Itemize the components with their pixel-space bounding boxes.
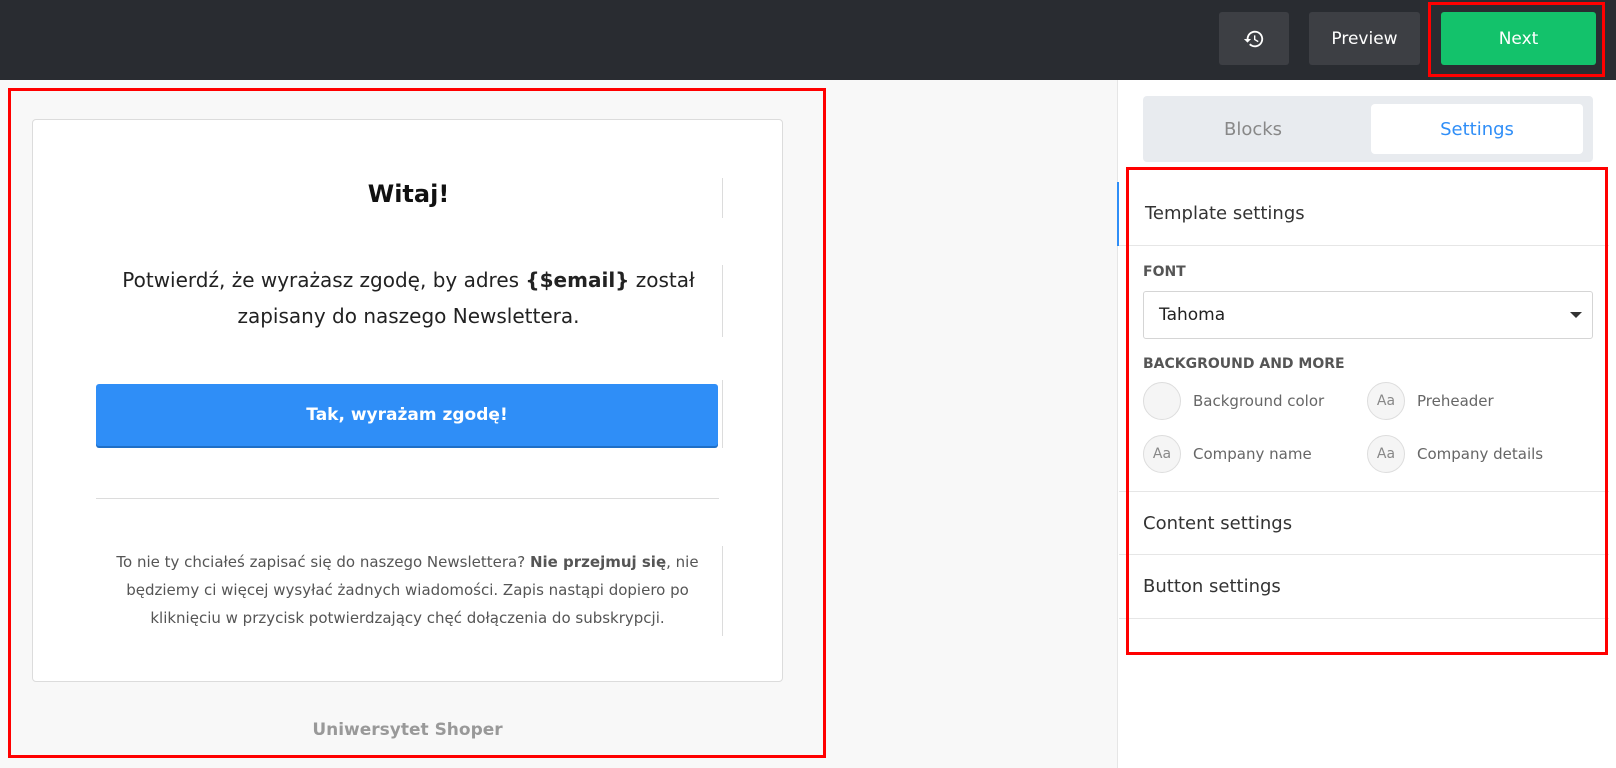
history-button[interactable] [1219,12,1289,65]
company-name-option[interactable]: Aa Company name [1143,435,1312,473]
email-confirm-text[interactable]: Potwierdź, że wyrażasz zgodę, by adres {… [96,262,721,334]
footer-text-part1: To nie ty chciałeś zapisać się do naszeg… [116,553,530,571]
confirm-text-part1: Potwierdź, że wyrażasz zgodę, by adres [122,268,526,292]
text-style-icon: Aa [1367,382,1405,420]
content-settings-header[interactable]: Content settings [1119,491,1609,555]
chevron-down-icon [1570,312,1582,318]
preview-button[interactable]: Preview [1309,12,1420,65]
option-label: Company name [1193,445,1312,463]
email-title[interactable]: Witaj! [96,180,721,208]
font-select[interactable]: Tahoma [1143,291,1593,339]
option-label: Company details [1417,445,1544,463]
next-button[interactable]: Next [1441,12,1596,65]
option-label: Background color [1193,392,1325,410]
block-edge [722,380,723,448]
option-label: Preheader [1417,392,1494,410]
text-style-icon: Aa [1367,435,1405,473]
font-select-value: Tahoma [1159,305,1226,325]
email-variable: {$email} [525,268,630,292]
button-settings-header[interactable]: Button settings [1119,555,1609,619]
company-details-option[interactable]: Aa Company details [1367,435,1543,473]
email-divider [96,498,719,499]
email-footer-text[interactable]: To nie ty chciałeś zapisać się do naszeg… [96,548,719,632]
confirm-subscription-button[interactable]: Tak, wyrażam zgodę! [96,384,718,446]
history-icon [1243,30,1264,47]
text-style-icon: Aa [1143,435,1181,473]
font-section-label: FONT [1143,264,1186,280]
block-edge [722,546,723,636]
footer-text-bold: Nie przejmuj się [529,553,667,571]
color-swatch-icon [1143,382,1181,420]
background-color-option[interactable]: Background color [1143,382,1324,420]
tab-blocks[interactable]: Blocks [1143,104,1363,154]
template-settings-header[interactable]: Template settings [1119,182,1609,246]
top-bar: Preview Next [0,0,1616,80]
preheader-option[interactable]: Aa Preheader [1367,382,1494,420]
block-edge [722,178,723,218]
block-edge [722,265,723,337]
tab-settings[interactable]: Settings [1371,104,1583,154]
brand-name: Uniwersytet Shoper [312,720,503,740]
background-section-label: BACKGROUND AND MORE [1143,356,1345,372]
